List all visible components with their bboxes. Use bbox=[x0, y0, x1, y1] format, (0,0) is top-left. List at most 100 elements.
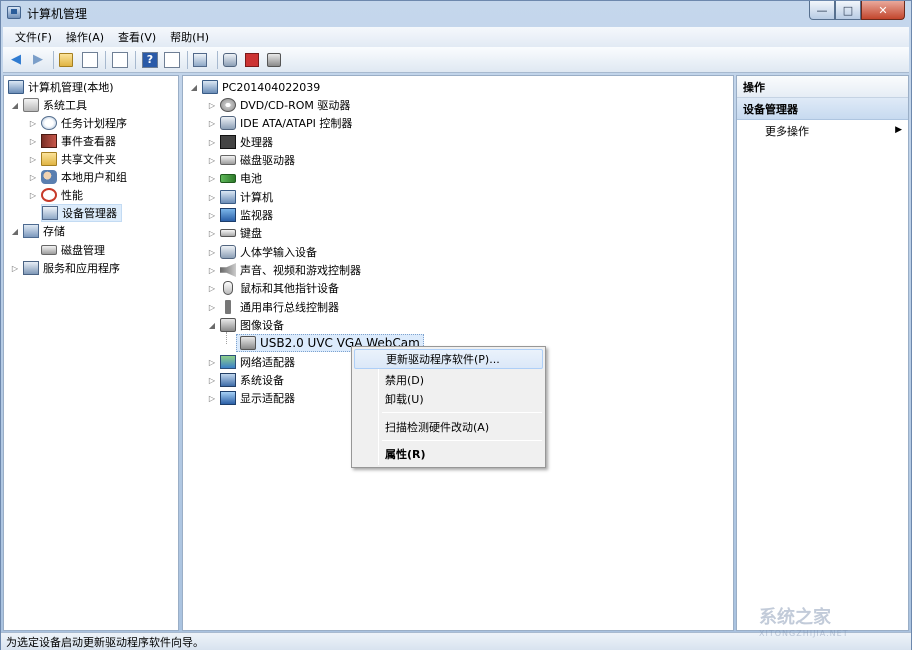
properties-button[interactable] bbox=[111, 51, 129, 69]
device-category-label: 监视器 bbox=[240, 209, 273, 222]
disable-button[interactable] bbox=[267, 51, 285, 69]
minimize-button[interactable]: — bbox=[809, 1, 835, 20]
device-category[interactable]: ▷ 声音、视频和游戏控制器 bbox=[207, 261, 361, 279]
up-folder-button[interactable] bbox=[59, 51, 77, 69]
device-category[interactable]: ▷ IDE ATA/ATAPI 控制器 bbox=[207, 114, 352, 132]
expand-icon[interactable]: ▷ bbox=[10, 264, 20, 273]
show-action-pane-button[interactable] bbox=[163, 51, 181, 69]
tree-item-shared-folders[interactable]: ▷ 共享文件夹 bbox=[28, 150, 116, 168]
expand-icon[interactable]: ▷ bbox=[28, 137, 38, 146]
menu-disable[interactable]: 禁用(D) bbox=[354, 370, 543, 390]
expand-icon[interactable]: ▷ bbox=[207, 394, 217, 403]
device-category[interactable]: ▷ 网络适配器 bbox=[207, 353, 295, 371]
tree-item-task-scheduler[interactable]: ▷ 任务计划程序 bbox=[28, 114, 127, 132]
collapse-icon[interactable]: ◢ bbox=[10, 227, 20, 236]
device-category-label: 声音、视频和游戏控制器 bbox=[240, 264, 361, 277]
menu-properties[interactable]: 属性(R) bbox=[354, 444, 543, 464]
expand-icon[interactable]: ▷ bbox=[207, 284, 217, 293]
close-button[interactable]: ✕ bbox=[861, 1, 905, 20]
collapse-icon[interactable]: ◢ bbox=[10, 101, 20, 110]
expand-icon[interactable]: ▷ bbox=[207, 138, 217, 147]
expand-icon[interactable]: ▷ bbox=[28, 173, 38, 182]
device-category[interactable]: ▷ 处理器 bbox=[207, 133, 273, 151]
device-category-label: 电池 bbox=[240, 172, 262, 185]
tree-item-label: 服务和应用程序 bbox=[43, 262, 120, 275]
expand-icon[interactable]: ▷ bbox=[207, 266, 217, 275]
expand-icon[interactable]: ▷ bbox=[207, 303, 217, 312]
actions-section-device-manager[interactable]: 设备管理器 bbox=[737, 98, 908, 120]
menu-update-driver[interactable]: 更新驱动程序软件(P)... bbox=[354, 349, 543, 369]
uninstall-button[interactable] bbox=[245, 51, 263, 69]
expand-icon[interactable]: ▷ bbox=[207, 248, 217, 257]
back-button[interactable]: ◀ bbox=[7, 51, 25, 69]
tree-item-disk-management[interactable]: 磁盘管理 bbox=[41, 241, 105, 259]
tree-item-device-manager[interactable]: 设备管理器 bbox=[41, 204, 122, 222]
menu-file[interactable]: 文件(F) bbox=[9, 27, 58, 47]
device-category[interactable]: ▷ 系统设备 bbox=[207, 371, 284, 389]
update-driver-button[interactable] bbox=[223, 51, 241, 69]
device-category-label: 磁盘驱动器 bbox=[240, 154, 295, 167]
up-folder-icon bbox=[59, 52, 73, 67]
forward-button[interactable]: ▶ bbox=[29, 51, 47, 69]
expand-icon[interactable]: ▷ bbox=[28, 155, 38, 164]
show-hide-tree-icon bbox=[82, 51, 98, 68]
display-adapter-icon bbox=[220, 391, 236, 405]
expand-icon[interactable]: ▷ bbox=[207, 358, 217, 367]
menu-uninstall[interactable]: 卸载(U) bbox=[354, 389, 543, 409]
device-category-label: 显示适配器 bbox=[240, 392, 295, 405]
submenu-arrow-icon: ▶ bbox=[895, 125, 902, 135]
device-category[interactable]: ▷ 电池 bbox=[207, 169, 262, 187]
expand-icon[interactable]: ▷ bbox=[207, 156, 217, 165]
network-adapter-icon bbox=[220, 355, 236, 369]
expand-icon[interactable]: ▷ bbox=[28, 119, 38, 128]
expand-icon[interactable]: ▷ bbox=[207, 376, 217, 385]
tree-item-local-users[interactable]: ▷ 本地用户和组 bbox=[28, 168, 127, 186]
menu-help[interactable]: 帮助(H) bbox=[164, 27, 215, 47]
more-actions-label: 更多操作 bbox=[765, 125, 809, 138]
device-category-label: 图像设备 bbox=[240, 319, 284, 332]
device-category[interactable]: ▷ 人体学输入设备 bbox=[207, 243, 317, 261]
collapse-icon[interactable]: ◢ bbox=[189, 83, 199, 92]
device-category[interactable]: ▷ 磁盘驱动器 bbox=[207, 151, 295, 169]
device-category-imaging[interactable]: ◢ 图像设备 bbox=[207, 316, 284, 334]
expand-icon[interactable]: ▷ bbox=[207, 229, 217, 238]
services-icon bbox=[23, 261, 39, 275]
expand-icon[interactable]: ▷ bbox=[28, 191, 38, 200]
back-icon: ◀ bbox=[11, 52, 21, 67]
more-actions-item[interactable]: 更多操作 ▶ bbox=[737, 121, 908, 141]
menu-view[interactable]: 查看(V) bbox=[112, 27, 162, 47]
help-button[interactable]: ? bbox=[141, 51, 159, 69]
device-category[interactable]: ▷ 键盘 bbox=[207, 224, 262, 242]
tree-item-services-apps[interactable]: ▷ 服务和应用程序 bbox=[10, 259, 120, 277]
tree-item-event-viewer[interactable]: ▷ 事件查看器 bbox=[28, 132, 116, 150]
device-category[interactable]: ▷ DVD/CD-ROM 驱动器 bbox=[207, 96, 350, 114]
show-action-pane-icon bbox=[164, 51, 180, 68]
device-category[interactable]: ▷ 通用串行总线控制器 bbox=[207, 298, 339, 316]
expand-icon[interactable]: ▷ bbox=[207, 119, 217, 128]
tree-item-root[interactable]: 计算机管理(本地) bbox=[8, 78, 114, 96]
expand-icon[interactable]: ▷ bbox=[207, 211, 217, 220]
expand-icon[interactable]: ▷ bbox=[207, 193, 217, 202]
window-controls: — □ ✕ bbox=[809, 1, 905, 20]
collapse-icon[interactable]: ◢ bbox=[207, 321, 217, 330]
show-hide-tree-button[interactable] bbox=[81, 51, 99, 69]
tree-item-storage[interactable]: ◢ 存储 bbox=[10, 222, 65, 240]
device-category[interactable]: ▷ 显示适配器 bbox=[207, 389, 295, 407]
shared-folder-icon bbox=[41, 152, 57, 166]
tree-item-performance[interactable]: ▷ 性能 bbox=[28, 186, 83, 204]
expand-icon[interactable]: ▷ bbox=[207, 174, 217, 183]
scan-hardware-button[interactable] bbox=[193, 51, 211, 69]
tree-item-system-tools[interactable]: ◢ 系统工具 bbox=[10, 96, 87, 114]
device-category[interactable]: ▷ 监视器 bbox=[207, 206, 273, 224]
device-category-label: 通用串行总线控制器 bbox=[240, 301, 339, 314]
device-category[interactable]: ▷ 计算机 bbox=[207, 188, 273, 206]
device-root[interactable]: ◢ PC201404022039 bbox=[189, 78, 320, 96]
device-category[interactable]: ▷ 鼠标和其他指针设备 bbox=[207, 279, 339, 297]
maximize-button[interactable]: □ bbox=[835, 1, 861, 20]
tree-item-label: 设备管理器 bbox=[62, 207, 117, 220]
menu-scan-hardware[interactable]: 扫描检测硬件改动(A) bbox=[354, 417, 543, 437]
menu-action[interactable]: 操作(A) bbox=[60, 27, 110, 47]
expand-icon[interactable]: ▷ bbox=[207, 101, 217, 110]
uninstall-icon bbox=[245, 52, 259, 67]
device-manager-icon bbox=[42, 206, 58, 220]
